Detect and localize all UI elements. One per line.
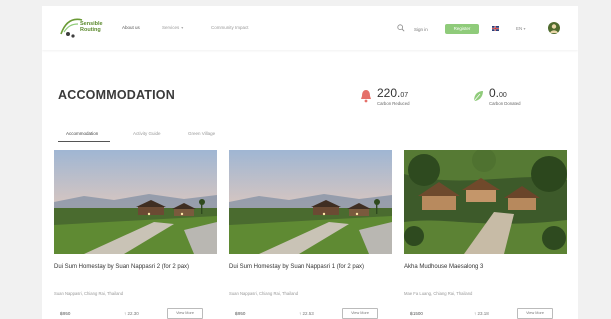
- card-carbon-value: ↑ 22.30: [124, 311, 139, 316]
- leaf-icon: [473, 91, 483, 102]
- view-more-button[interactable]: View More: [167, 308, 203, 319]
- card-location: Mae Fa Luang, Chiang Rai, Thailand: [404, 291, 473, 296]
- chevron-down-icon: ▾: [181, 25, 184, 30]
- accommodation-photo[interactable]: [54, 150, 217, 254]
- chevron-down-icon: ▾: [523, 26, 526, 31]
- card-carbon-value: ↑ 23.18: [474, 311, 489, 316]
- carbon-reduced-value-main: 220.: [377, 86, 401, 100]
- category-tabs: Accommodation Activity Guide Green Villa…: [58, 128, 258, 142]
- tab-accommodation[interactable]: Accommodation: [66, 131, 98, 136]
- nav-community-impact[interactable]: Community Impact: [211, 25, 249, 30]
- carbon-donated-stat: 0.00 Carbon Donated: [472, 86, 552, 110]
- card-price: ฿950: [60, 311, 71, 316]
- carbon-donated-label: Carbon Donated: [489, 101, 521, 106]
- card-title[interactable]: Dui Sum Homestay by Suan Nappasri 2 (for…: [54, 263, 217, 271]
- card-price: ฿950: [235, 311, 246, 316]
- accommodation-card[interactable]: Dui Sum Homestay by Suan Nappasri 2 (for…: [54, 150, 217, 319]
- carbon-donated-value-decimals: 00: [499, 92, 507, 99]
- logo-text: Sensible Routing: [80, 21, 103, 33]
- card-location: Suan Nappasri, Chiang Rai, Thailand: [229, 291, 299, 296]
- carbon-donated-value: 0.00: [489, 86, 507, 100]
- page: Sensible Routing About us Services ▾ Comm…: [42, 6, 578, 319]
- nav-services[interactable]: Services ▾: [162, 25, 183, 30]
- accommodation-card[interactable]: Dui Sum Homestay by Suan Nappasri 1 (for…: [229, 150, 392, 319]
- active-tab-underline: [58, 141, 110, 142]
- flag-icon[interactable]: [492, 26, 499, 31]
- card-carbon-value: ↑ 22.53: [299, 311, 314, 316]
- nav-services-label: Services: [162, 25, 180, 30]
- card-footer: ฿1500 ↑ 23.18 View More: [404, 308, 567, 319]
- card-footer: ฿950 ↑ 22.30 View More: [54, 308, 217, 319]
- tab-green-village[interactable]: Green Village: [188, 131, 215, 136]
- language-selector[interactable]: EN ▾: [516, 26, 526, 31]
- carbon-donated-value-main: 0.: [489, 86, 500, 100]
- search-icon[interactable]: [397, 24, 405, 32]
- carbon-reduced-value: 220.07: [377, 86, 408, 100]
- view-more-button[interactable]: View More: [342, 308, 378, 319]
- logo-text-line2: Routing: [80, 27, 101, 33]
- accommodation-photo[interactable]: [404, 150, 567, 254]
- card-footer: ฿950 ↑ 22.53 View More: [229, 308, 392, 319]
- register-button[interactable]: Register: [445, 24, 479, 34]
- view-more-button[interactable]: View More: [517, 308, 553, 319]
- accommodation-photo[interactable]: [229, 150, 392, 254]
- card-title[interactable]: Akha Mudhouse Maesalong 3: [404, 263, 567, 271]
- carbon-reduced-stat: 220.07 Carbon Reduced: [360, 86, 440, 110]
- accommodation-card[interactable]: Akha Mudhouse Maesalong 3 Mae Fa Luang, …: [404, 150, 567, 319]
- user-avatar[interactable]: [547, 21, 561, 35]
- nav-about-us[interactable]: About us: [122, 25, 140, 30]
- card-title[interactable]: Dui Sum Homestay by Suan Nappasri 1 (for…: [229, 263, 392, 271]
- tab-activity-guide[interactable]: Activity Guide: [133, 131, 161, 136]
- top-navbar: Sensible Routing About us Services ▾ Comm…: [42, 6, 578, 50]
- carbon-reduced-label: Carbon Reduced: [377, 101, 410, 106]
- bell-icon: [361, 90, 371, 103]
- language-label: EN: [516, 26, 523, 31]
- carbon-reduced-value-decimals: 07: [400, 92, 409, 99]
- card-price: ฿1500: [410, 311, 423, 316]
- brand-logo[interactable]: Sensible Routing: [58, 14, 106, 42]
- card-location: Suan Nappasri, Chiang Rai, Thailand: [54, 291, 124, 296]
- sign-in-link[interactable]: Sign in: [414, 27, 428, 32]
- page-title: ACCOMMODATION: [58, 88, 175, 102]
